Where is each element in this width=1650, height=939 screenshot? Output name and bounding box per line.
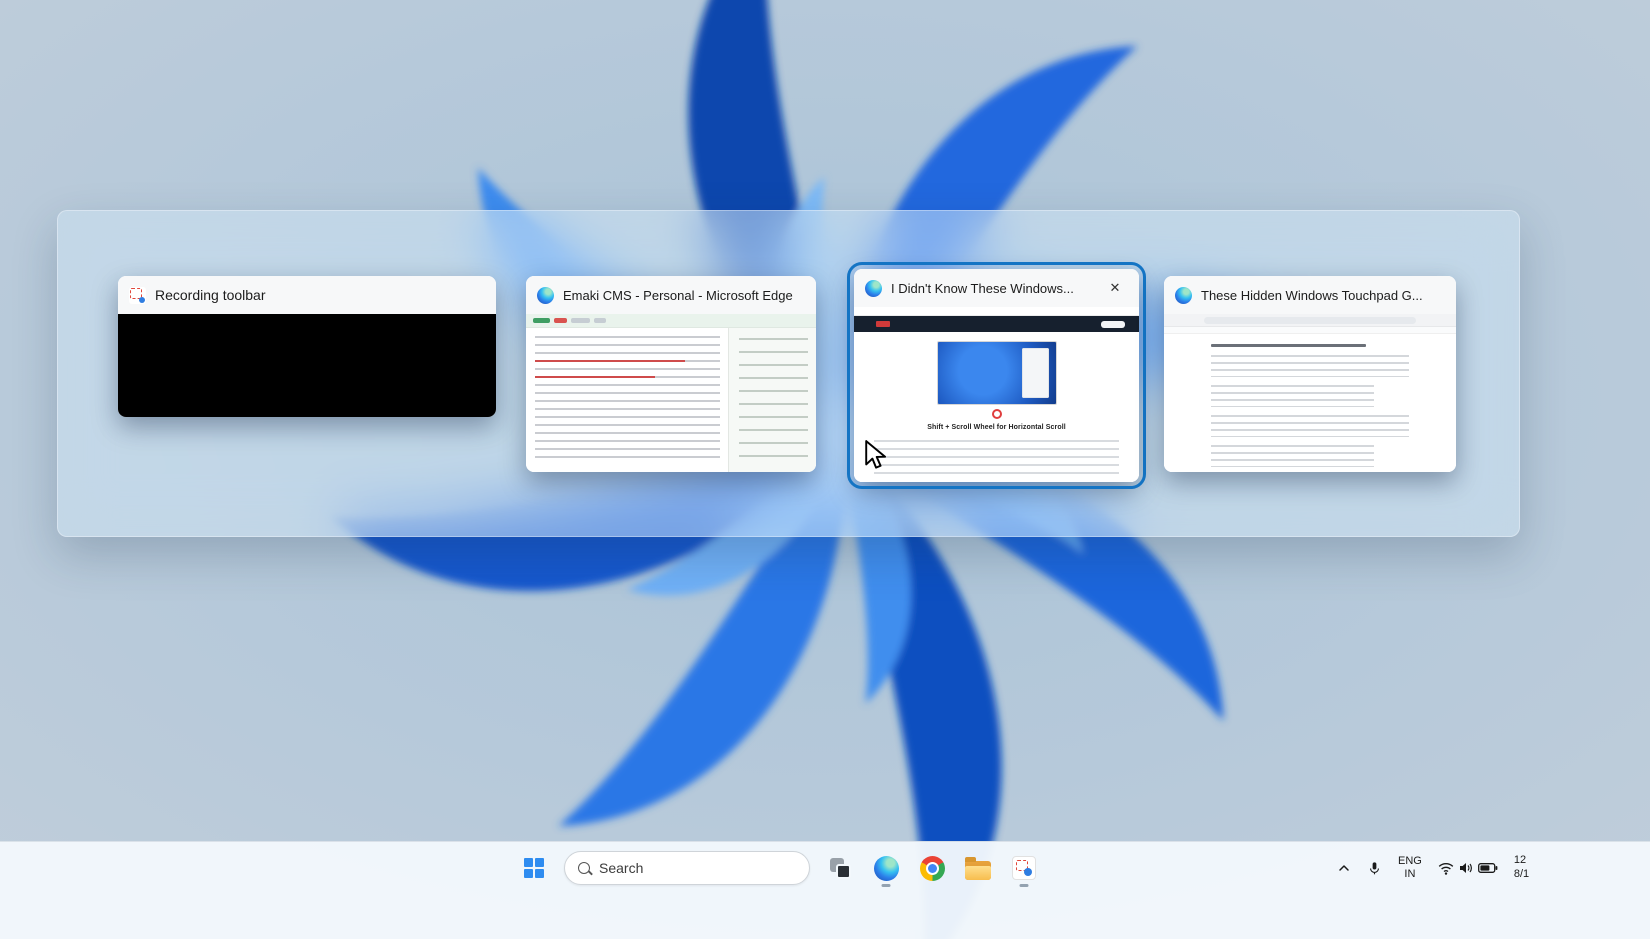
language-code: ENG bbox=[1398, 855, 1422, 868]
wifi-icon bbox=[1438, 861, 1454, 875]
thumb-red-annotation bbox=[992, 409, 1002, 419]
window-thumbnail: Shift + Scroll Wheel for Horizontal Scro… bbox=[854, 307, 1139, 482]
window-titlebar: Recording toolbar bbox=[118, 276, 496, 314]
window-title: Emaki CMS - Personal - Microsoft Edge bbox=[563, 288, 793, 303]
thumb-bookmarks-bar bbox=[1164, 327, 1456, 334]
thumb-button-red bbox=[554, 318, 567, 323]
clock-date: 8/1 bbox=[1514, 868, 1550, 882]
thumb-document-text bbox=[535, 336, 720, 464]
alt-tab-switcher-panel: Recording toolbar Emaki CMS - Personal -… bbox=[57, 210, 1520, 537]
window-titlebar: I Didn't Know These Windows... ✕ bbox=[854, 269, 1139, 307]
window-thumbnail bbox=[526, 314, 816, 472]
window-title: I Didn't Know These Windows... bbox=[891, 281, 1074, 296]
tray-overflow-button[interactable] bbox=[1330, 850, 1358, 886]
thumb-redline bbox=[535, 360, 685, 362]
recorder-icon bbox=[129, 287, 146, 304]
start-button[interactable] bbox=[514, 848, 554, 888]
thumb-document bbox=[1164, 344, 1456, 472]
search-label: Search bbox=[599, 860, 643, 876]
language-switcher[interactable]: ENG IN bbox=[1391, 850, 1429, 886]
taskbar: Search bbox=[0, 841, 1650, 939]
microphone-icon bbox=[1367, 861, 1382, 876]
edge-icon bbox=[874, 856, 899, 881]
desktop: Recording toolbar Emaki CMS - Personal -… bbox=[0, 0, 1650, 939]
file-explorer-button[interactable] bbox=[958, 848, 998, 888]
thumb-paragraph bbox=[874, 440, 1119, 474]
window-thumbnail bbox=[1164, 314, 1456, 472]
window-card-emaki-cms[interactable]: Emaki CMS - Personal - Microsoft Edge bbox=[526, 276, 816, 472]
window-titlebar: These Hidden Windows Touchpad G... bbox=[1164, 276, 1456, 314]
window-title: These Hidden Windows Touchpad G... bbox=[1201, 288, 1423, 303]
edge-icon bbox=[537, 287, 554, 304]
thumb-paragraph bbox=[1211, 385, 1374, 407]
window-card-touchpad-gestures[interactable]: These Hidden Windows Touchpad G... bbox=[1164, 276, 1456, 472]
battery-icon bbox=[1478, 862, 1498, 874]
thumb-browser-toolbar bbox=[1164, 314, 1456, 327]
thumb-site-header bbox=[854, 316, 1139, 332]
chevron-up-icon bbox=[1337, 861, 1351, 875]
thumb-toolbar bbox=[526, 314, 816, 328]
speaker-icon bbox=[1458, 861, 1474, 875]
thumb-button-green bbox=[533, 318, 550, 323]
edge-icon bbox=[865, 280, 882, 297]
language-region: IN bbox=[1398, 868, 1422, 881]
search-box[interactable]: Search bbox=[564, 851, 810, 885]
microphone-tray-button[interactable] bbox=[1360, 850, 1389, 886]
window-card-windows-tips-selected[interactable]: I Didn't Know These Windows... ✕ Shift +… bbox=[854, 269, 1139, 482]
folder-icon bbox=[965, 861, 991, 880]
recorder-icon bbox=[1012, 856, 1036, 880]
thumb-browser-toolbar bbox=[854, 307, 1139, 316]
thumb-caption: Shift + Scroll Wheel for Horizontal Scro… bbox=[854, 424, 1139, 431]
window-card-recording-toolbar[interactable]: Recording toolbar bbox=[118, 276, 496, 417]
thumb-document-column bbox=[1211, 344, 1410, 467]
edge-icon bbox=[1175, 287, 1192, 304]
task-view-icon bbox=[829, 857, 851, 879]
thumb-redline bbox=[535, 376, 655, 378]
system-tray: ENG IN bbox=[1330, 846, 1557, 890]
screen-recorder-button[interactable] bbox=[1004, 848, 1044, 888]
thumb-button-gray bbox=[571, 318, 590, 323]
clock[interactable]: 12 8/1 bbox=[1507, 850, 1557, 886]
windows-logo-icon bbox=[524, 858, 544, 878]
window-thumbnail bbox=[118, 314, 496, 417]
thumb-sidebar bbox=[728, 328, 816, 472]
thumb-paragraph bbox=[1211, 355, 1410, 377]
thumb-article: Shift + Scroll Wheel for Horizontal Scro… bbox=[854, 332, 1139, 482]
thumb-sidebar-rows bbox=[739, 338, 808, 462]
window-title: Recording toolbar bbox=[155, 287, 266, 303]
close-window-button[interactable]: ✕ bbox=[1102, 275, 1128, 301]
task-view-button[interactable] bbox=[820, 848, 860, 888]
chrome-taskbar-button[interactable] bbox=[912, 848, 952, 888]
chrome-icon bbox=[920, 856, 945, 881]
thumb-wallpaper-image bbox=[937, 341, 1057, 405]
taskbar-center-group: Search bbox=[514, 846, 1044, 890]
search-icon bbox=[578, 862, 590, 874]
thumb-button-gray bbox=[594, 318, 606, 323]
window-titlebar: Emaki CMS - Personal - Microsoft Edge bbox=[526, 276, 816, 314]
clock-time: 12 bbox=[1514, 854, 1550, 868]
thumb-paragraph bbox=[1211, 415, 1410, 437]
network-volume-battery-button[interactable] bbox=[1431, 850, 1505, 886]
edge-taskbar-button[interactable] bbox=[866, 848, 906, 888]
thumb-heading bbox=[1211, 344, 1366, 347]
thumb-paragraph bbox=[1211, 445, 1374, 467]
